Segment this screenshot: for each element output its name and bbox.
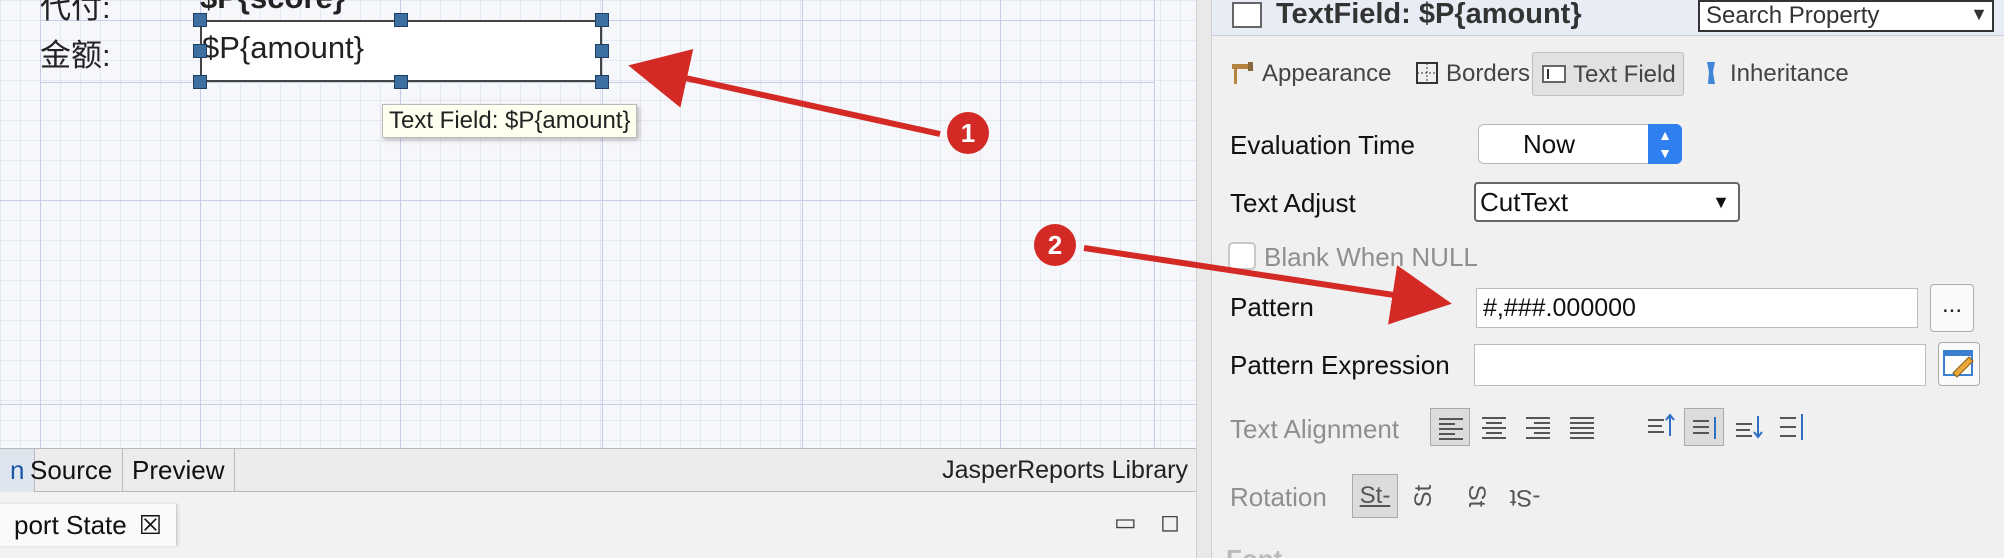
align-left-icon bbox=[1439, 418, 1463, 440]
rotation-upside-down-button[interactable]: -St bbox=[1502, 474, 1548, 518]
align-top-icon bbox=[1648, 413, 1675, 436]
tab-inheritance-label: Inheritance bbox=[1730, 60, 1849, 87]
text-field-icon bbox=[1232, 2, 1262, 28]
tab-text-field[interactable]: Text Field bbox=[1532, 52, 1684, 96]
text-alignment-label: Text Alignment bbox=[1230, 414, 1400, 444]
report-state-view: port State ☒ ▭ ◻ bbox=[0, 492, 1200, 558]
font-section-header[interactable]: Font bbox=[1226, 544, 1282, 558]
stepper-icon[interactable]: ▲ ▼ bbox=[1648, 124, 1682, 164]
pattern-label: Pattern bbox=[1230, 292, 1314, 322]
align-center-button[interactable] bbox=[1474, 408, 1514, 446]
properties-title: TextField: $P{amount} bbox=[1276, 0, 1582, 30]
borders-icon bbox=[1416, 62, 1438, 84]
align-justify-icon bbox=[1570, 417, 1594, 439]
maximize-icon[interactable]: ◻ bbox=[1160, 508, 1180, 537]
minimize-icon[interactable]: ▭ bbox=[1114, 508, 1137, 537]
grid-line bbox=[602, 0, 603, 450]
score-field[interactable]: $P{score} bbox=[200, 0, 345, 16]
report-state-tab[interactable]: port State ☒ bbox=[0, 504, 178, 546]
rotation-right-button[interactable]: St bbox=[1453, 473, 1497, 519]
band-line bbox=[0, 404, 1196, 405]
pattern-expression-input[interactable] bbox=[1474, 344, 1926, 386]
align-middle-icon bbox=[1693, 417, 1716, 439]
blank-when-null-label: Blank When NULL bbox=[1264, 242, 1478, 272]
text-field-icon bbox=[1542, 65, 1566, 83]
tab-source[interactable]: Source bbox=[20, 449, 124, 492]
evaluation-time-select[interactable]: Now ▲ ▼ bbox=[1478, 124, 1682, 164]
align-right-icon bbox=[1526, 417, 1550, 439]
annotation-badge-2: 2 bbox=[1034, 224, 1076, 266]
text-adjust-label: Text Adjust bbox=[1230, 188, 1356, 218]
align-bottom-icon bbox=[1736, 416, 1763, 439]
expression-editor-icon bbox=[1943, 350, 1974, 378]
chevron-down-icon[interactable]: ▼ bbox=[1712, 184, 1730, 220]
align-middle-button[interactable] bbox=[1684, 408, 1724, 446]
tab-borders-label: Borders bbox=[1446, 60, 1531, 87]
properties-tabs: Appearance Borders Text Field Inheritanc… bbox=[1212, 52, 2004, 96]
panel-splitter[interactable] bbox=[1196, 0, 1212, 558]
properties-header: TextField: $P{amount} Search Property ▼ bbox=[1212, 0, 2004, 36]
report-state-tab-label: port State bbox=[14, 510, 127, 540]
chevron-down-icon[interactable]: ▼ bbox=[1970, 0, 1988, 28]
pattern-input[interactable]: #,###.000000 bbox=[1476, 288, 1918, 328]
rotation-label: Rotation bbox=[1230, 482, 1327, 512]
editor-tab-bar: n Source Preview JasperReports Library bbox=[0, 448, 1200, 492]
evaluation-time-value: Now bbox=[1523, 129, 1576, 159]
library-label: JasperReports Library bbox=[942, 456, 1188, 484]
align-left-button[interactable] bbox=[1430, 408, 1470, 446]
tab-inheritance[interactable]: Inheritance bbox=[1690, 52, 1850, 96]
band-line bbox=[0, 200, 1196, 201]
appearance-icon bbox=[1232, 62, 1253, 84]
close-icon[interactable]: ☒ bbox=[139, 510, 162, 540]
align-top-button[interactable] bbox=[1640, 408, 1680, 446]
resize-handle[interactable] bbox=[193, 13, 207, 27]
inheritance-icon bbox=[1707, 62, 1715, 84]
properties-panel: TextField: $P{amount} Search Property ▼ … bbox=[1212, 0, 2004, 558]
rotation-left-button[interactable]: St bbox=[1403, 473, 1447, 519]
blank-when-null-checkbox[interactable] bbox=[1228, 242, 1256, 270]
evaluation-time-label: Evaluation Time bbox=[1230, 130, 1415, 160]
amount-label[interactable]: 金额: bbox=[40, 30, 111, 75]
amount-text-field-expression[interactable]: $P{amount} bbox=[202, 30, 364, 66]
rotation-none-button[interactable]: St- bbox=[1352, 474, 1398, 518]
align-justified-vertical-button[interactable] bbox=[1772, 408, 1812, 446]
pattern-expression-label: Pattern Expression bbox=[1230, 350, 1450, 380]
expression-editor-button[interactable] bbox=[1938, 342, 1980, 386]
align-justify-button[interactable] bbox=[1562, 408, 1602, 446]
grid-line bbox=[802, 0, 803, 450]
text-adjust-value: CutText bbox=[1480, 187, 1569, 217]
resize-handle[interactable] bbox=[595, 75, 609, 89]
align-justified-vertical-icon bbox=[1780, 414, 1803, 440]
tab-text-field-label: Text Field bbox=[1573, 61, 1676, 88]
score-label[interactable]: 代付: bbox=[40, 0, 111, 27]
resize-handle[interactable] bbox=[394, 75, 408, 89]
resize-handle[interactable] bbox=[193, 44, 207, 58]
align-bottom-button[interactable] bbox=[1728, 408, 1768, 446]
grid-line bbox=[1154, 0, 1155, 450]
report-design-canvas[interactable]: 代付: $P{score} 金额: $P{amount} Text Field:… bbox=[0, 0, 1196, 450]
search-property-placeholder: Search Property bbox=[1706, 2, 1880, 29]
resize-handle[interactable] bbox=[193, 75, 207, 89]
grid-line bbox=[1000, 0, 1001, 450]
element-tooltip: Text Field: $P{amount} bbox=[382, 104, 638, 138]
resize-handle[interactable] bbox=[394, 13, 408, 27]
text-adjust-select[interactable]: CutText ▼ bbox=[1474, 182, 1740, 222]
tab-appearance[interactable]: Appearance bbox=[1222, 52, 1402, 96]
align-center-icon bbox=[1482, 417, 1506, 439]
tab-borders[interactable]: Borders bbox=[1406, 52, 1530, 96]
align-right-button[interactable] bbox=[1518, 408, 1558, 446]
resize-handle[interactable] bbox=[595, 13, 609, 27]
tab-appearance-label: Appearance bbox=[1262, 60, 1392, 87]
resize-handle[interactable] bbox=[595, 44, 609, 58]
annotation-badge-1: 1 bbox=[947, 112, 989, 154]
search-property-input[interactable]: Search Property ▼ bbox=[1698, 0, 1994, 32]
tab-preview[interactable]: Preview bbox=[122, 449, 236, 492]
pattern-browse-button[interactable]: ... bbox=[1930, 284, 1974, 332]
